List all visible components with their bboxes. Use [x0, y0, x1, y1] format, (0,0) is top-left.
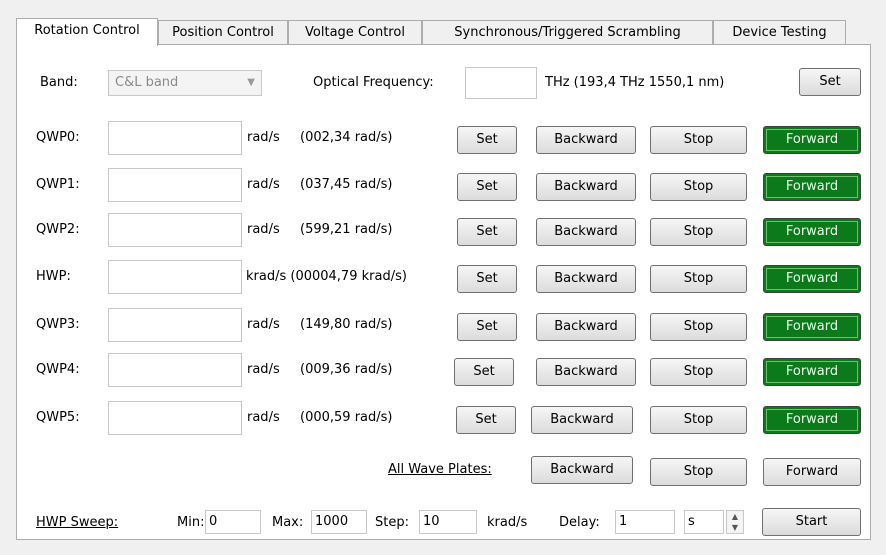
all-wave-plates-label: All Wave Plates: — [388, 462, 492, 477]
qwp0-speed-input[interactable] — [108, 121, 242, 155]
all-stop-button[interactable]: Stop — [650, 458, 747, 486]
qwp2-unit: rad/s — [247, 222, 280, 237]
qwp3-unit: rad/s — [247, 317, 280, 332]
frequency-set-button[interactable]: Set — [799, 68, 861, 96]
chevron-down-icon: ▼ — [247, 77, 255, 88]
tab-position-control[interactable]: Position Control — [158, 20, 288, 44]
qwp4-speed-input[interactable] — [108, 353, 242, 387]
optical-frequency-input[interactable] — [465, 67, 537, 99]
qwp1-unit: rad/s — [247, 177, 280, 192]
sweep-min-label: Min: — [177, 515, 205, 530]
tab-voltage-control[interactable]: Voltage Control — [288, 20, 422, 44]
sweep-min-input[interactable]: 0 — [205, 510, 261, 534]
qwp5-forward-button[interactable]: Forward — [763, 406, 861, 434]
qwp1-stop-button[interactable]: Stop — [650, 173, 747, 201]
qwp0-set-button[interactable]: Set — [457, 126, 517, 154]
tab-rotation-control[interactable]: Rotation Control — [16, 18, 158, 46]
hwp-sweep-label: HWP Sweep: — [36, 515, 119, 530]
hwp-current-speed: krad/s (00004,79 krad/s) — [246, 269, 407, 284]
sweep-unit: krad/s — [487, 515, 528, 530]
all-forward-button[interactable]: Forward — [763, 458, 861, 486]
sweep-step-label: Step: — [375, 515, 409, 530]
qwp1-backward-button[interactable]: Backward — [536, 173, 636, 201]
qwp2-speed-input[interactable] — [108, 213, 242, 247]
hwp-backward-button[interactable]: Backward — [536, 265, 636, 293]
tab-device-testing[interactable]: Device Testing — [713, 20, 846, 44]
tab-synchronous-triggered-scrambling[interactable]: Synchronous/Triggered Scrambling — [422, 20, 713, 44]
qwp4-forward-button[interactable]: Forward — [763, 358, 861, 386]
qwp1-set-button[interactable]: Set — [457, 173, 517, 201]
qwp2-backward-button[interactable]: Backward — [536, 218, 636, 246]
hwp-label: HWP: — [36, 269, 71, 284]
qwp5-current-speed: (000,59 rad/s) — [300, 410, 393, 425]
qwp0-label: QWP0: — [36, 130, 80, 145]
qwp5-stop-button[interactable]: Stop — [650, 406, 747, 434]
sweep-delay-label: Delay: — [559, 515, 600, 530]
qwp3-label: QWP3: — [36, 317, 80, 332]
qwp0-stop-button[interactable]: Stop — [650, 126, 747, 154]
spin-up-icon[interactable]: ▲ — [727, 511, 743, 522]
sweep-max-label: Max: — [272, 515, 304, 530]
qwp5-backward-button[interactable]: Backward — [531, 406, 633, 434]
qwp4-set-button[interactable]: Set — [454, 358, 514, 386]
qwp0-backward-button[interactable]: Backward — [536, 126, 636, 154]
spin-down-icon[interactable]: ▼ — [727, 522, 743, 533]
qwp3-set-button[interactable]: Set — [457, 313, 517, 341]
sweep-start-button[interactable]: Start — [762, 508, 861, 536]
optical-frequency-label: Optical Frequency: — [313, 75, 434, 90]
qwp3-forward-button[interactable]: Forward — [763, 313, 861, 341]
qwp1-speed-input[interactable] — [108, 168, 242, 202]
qwp5-speed-input[interactable] — [108, 401, 242, 435]
band-select[interactable]: C&L band ▼ — [108, 70, 262, 96]
qwp1-current-speed: (037,45 rad/s) — [300, 177, 393, 192]
qwp5-set-button[interactable]: Set — [456, 406, 516, 434]
qwp3-current-speed: (149,80 rad/s) — [300, 317, 393, 332]
qwp0-forward-button[interactable]: Forward — [763, 126, 861, 154]
qwp4-stop-button[interactable]: Stop — [650, 358, 747, 386]
qwp0-current-speed: (002,34 rad/s) — [300, 130, 393, 145]
qwp4-backward-button[interactable]: Backward — [536, 358, 636, 386]
band-select-value: C&L band — [115, 75, 179, 90]
qwp5-label: QWP5: — [36, 410, 80, 425]
qwp1-label: QWP1: — [36, 177, 80, 192]
sweep-max-input[interactable]: 1000 — [311, 510, 367, 534]
hwp-stop-button[interactable]: Stop — [650, 265, 747, 293]
qwp2-label: QWP2: — [36, 222, 80, 237]
qwp3-speed-input[interactable] — [108, 308, 242, 342]
qwp2-current-speed: (599,21 rad/s) — [300, 222, 393, 237]
hwp-speed-input[interactable] — [108, 260, 242, 294]
qwp2-forward-button[interactable]: Forward — [763, 218, 861, 246]
sweep-step-input[interactable]: 10 — [419, 510, 477, 534]
frequency-info: THz (193,4 THz 1550,1 nm) — [545, 75, 725, 90]
sweep-delay-unit-field[interactable]: s — [684, 510, 724, 534]
hwp-set-button[interactable]: Set — [457, 265, 517, 293]
qwp4-label: QWP4: — [36, 362, 80, 377]
qwp3-stop-button[interactable]: Stop — [650, 313, 747, 341]
qwp0-unit: rad/s — [247, 130, 280, 145]
delay-spinner[interactable]: ▲ ▼ — [726, 510, 744, 534]
sweep-delay-input[interactable]: 1 — [615, 510, 675, 534]
all-backward-button[interactable]: Backward — [531, 456, 633, 484]
hwp-forward-button[interactable]: Forward — [763, 265, 861, 293]
qwp4-current-speed: (009,36 rad/s) — [300, 362, 393, 377]
qwp2-set-button[interactable]: Set — [457, 218, 517, 246]
qwp2-stop-button[interactable]: Stop — [650, 218, 747, 246]
qwp3-backward-button[interactable]: Backward — [536, 313, 636, 341]
qwp1-forward-button[interactable]: Forward — [763, 173, 861, 201]
qwp4-unit: rad/s — [247, 362, 280, 377]
qwp5-unit: rad/s — [247, 410, 280, 425]
band-label: Band: — [40, 75, 78, 90]
